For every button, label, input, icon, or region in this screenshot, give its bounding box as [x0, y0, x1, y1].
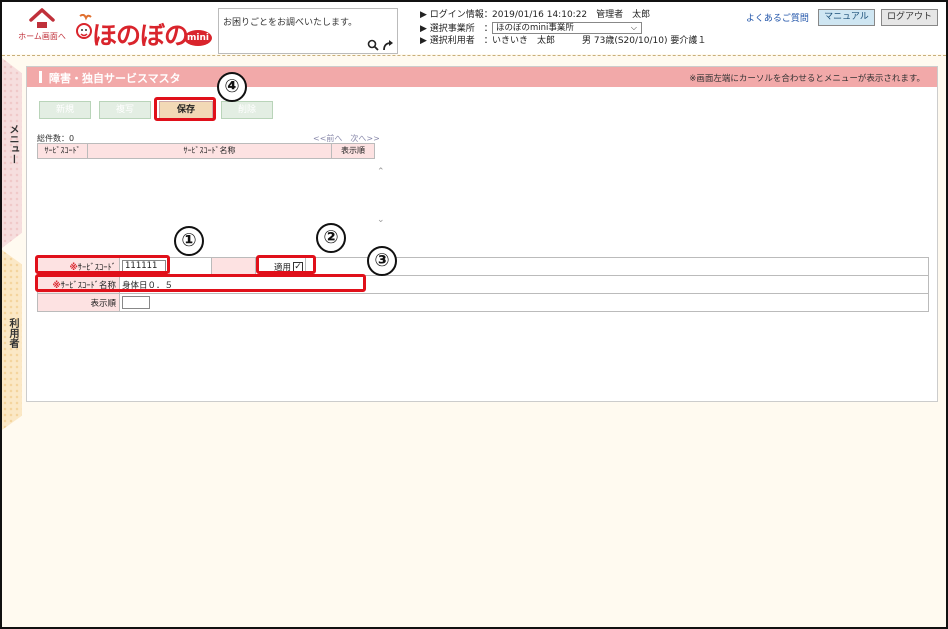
callout-1: ①	[174, 226, 204, 256]
search-icon[interactable]	[367, 39, 379, 51]
scroll-down-icon[interactable]: ⌄	[377, 215, 385, 225]
page-title: 障害・独自サービスマスタ	[49, 72, 181, 85]
side-menu-label-text: メニュー	[7, 124, 18, 164]
side-user-label: 利用者	[6, 318, 18, 352]
logout-button[interactable]: ログアウト	[880, 9, 938, 26]
user-value: いきいき 太郎 男 73歳(S20/10/10) 要介護１	[492, 36, 707, 46]
display-order-cell	[119, 293, 929, 312]
side-menu-label: メニュー	[6, 124, 18, 168]
page-title-bar: 障害・独自サービスマスタ ※画面左端にカーソルを合わせるとメニューが表示されます…	[27, 67, 937, 87]
empty-cell-1	[169, 257, 212, 276]
login-info-row: ▶ ログイン情報：2019/01/16 14:10:22 管理者 太郎	[420, 9, 706, 22]
highlight-service-code	[35, 255, 170, 274]
office-select[interactable]: ほのぼのmini事業所 ⌵	[492, 22, 642, 34]
menu-hint-note: ※画面左端にカーソルを合わせるとメニューが表示されます。	[689, 74, 925, 84]
help-search-box[interactable]: お困りごとをお調べいたします。	[218, 8, 398, 54]
login-info-label: ▶ ログイン情報：	[420, 10, 493, 20]
callout-3: ③	[367, 246, 397, 276]
chevron-down-icon: ⌵	[630, 23, 637, 32]
home-button[interactable]: ホーム画面へ	[16, 8, 68, 48]
office-row: ▶ 選択事業所 ：ほのぼのmini事業所 ⌵	[420, 22, 706, 35]
user-label: ▶ 選択利用者 ：	[420, 36, 493, 46]
logo-text: ほのぼの	[92, 21, 189, 50]
faq-link[interactable]: よくあるご質問	[746, 14, 809, 24]
session-info: ▶ ログイン情報：2019/01/16 14:10:22 管理者 太郎 ▶ 選択…	[420, 9, 706, 48]
col-service-name[interactable]: ｻｰﾋﾞｽｺｰﾄﾞ名称	[88, 144, 332, 158]
help-search-placeholder: お困りごとをお調べいたします。	[223, 18, 358, 28]
app-logo: ほのぼの mini	[74, 12, 214, 50]
scroll-up-icon[interactable]: ⌃	[377, 167, 385, 177]
app-header: ホーム画面へ ほのぼの mini お困りごとをお調べいたします。 ▶ ログイン情…	[2, 2, 946, 54]
highlight-apply	[256, 255, 316, 274]
manual-button[interactable]: マニュアル	[818, 9, 875, 26]
side-user-label-text: 利用者	[7, 318, 18, 348]
logo-character-icon	[76, 14, 92, 39]
empty-cell-2	[211, 257, 256, 276]
list-scrollbar[interactable]: ⌃ ⌄	[375, 159, 389, 235]
form-row-code: ※ｻｰﾋﾞｽｺｰﾄﾞ 111111 適用 ✓	[37, 257, 929, 276]
side-user-tab[interactable]: 利用者	[2, 250, 22, 430]
highlight-save	[154, 97, 216, 121]
empty-cell-3	[305, 257, 929, 276]
list-body	[37, 159, 375, 233]
app-frame: ホーム画面へ ほのぼの mini お困りごとをお調べいたします。 ▶ ログイン情…	[0, 0, 948, 629]
header-divider	[2, 55, 946, 56]
office-select-value: ほのぼのmini事業所	[496, 23, 574, 33]
logo-mini-badge: mini	[184, 30, 212, 46]
form-row-order: 表示順	[37, 293, 929, 312]
side-menu-tab[interactable]: メニュー	[2, 58, 22, 248]
highlight-service-name	[35, 274, 366, 292]
copy-button[interactable]: 複写	[99, 101, 151, 119]
login-info-value: 2019/01/16 14:10:22 管理者 太郎	[492, 10, 651, 20]
office-label: ▶ 選択事業所 ：	[420, 23, 493, 34]
display-order-input[interactable]	[122, 296, 150, 309]
col-service-code[interactable]: ｻｰﾋﾞｽｺｰﾄﾞ	[38, 144, 88, 158]
col-display-order[interactable]: 表示順	[332, 144, 374, 158]
list-header: ｻｰﾋﾞｽｺｰﾄﾞ ｻｰﾋﾞｽｺｰﾄﾞ名称 表示順	[37, 143, 375, 159]
home-icon	[29, 8, 55, 28]
title-marker	[39, 71, 42, 83]
user-row: ▶ 選択利用者 ：いきいき 太郎 男 73歳(S20/10/10) 要介護１	[420, 35, 706, 48]
callout-2: ②	[316, 223, 346, 253]
header-links: よくあるご質問 マニュアル ログアウト	[746, 9, 938, 26]
forward-arrow-icon[interactable]	[381, 38, 395, 52]
delete-button[interactable]: 削除	[221, 101, 273, 119]
new-button[interactable]: 新規	[39, 101, 91, 119]
display-order-label: 表示順	[37, 293, 120, 312]
home-label: ホーム画面へ	[18, 32, 66, 41]
callout-4: ④	[217, 72, 247, 102]
